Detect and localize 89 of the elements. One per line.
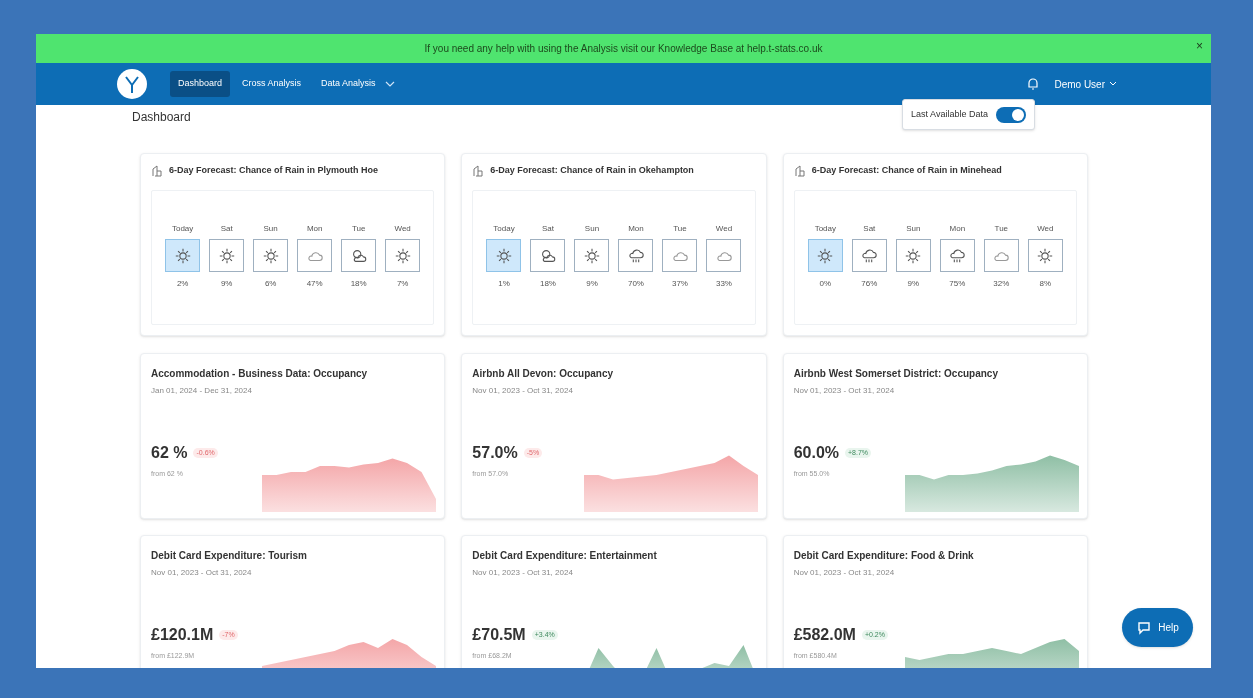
nav-tab[interactable]: Cross Analysis bbox=[234, 71, 310, 97]
rain-chance: 18% bbox=[350, 278, 367, 290]
day-label: Sat bbox=[220, 223, 233, 235]
day-tile[interactable] bbox=[895, 239, 931, 272]
day-tile[interactable] bbox=[574, 239, 610, 272]
day-label: Tue bbox=[351, 223, 366, 235]
day-label: Sun bbox=[906, 223, 921, 235]
day-tile[interactable] bbox=[209, 239, 245, 272]
day-tile[interactable] bbox=[706, 239, 742, 272]
day-label: Sun bbox=[584, 223, 600, 235]
rain-chance: 75% bbox=[949, 278, 966, 290]
metric-title: Debit Card Expenditure: Food & Drink bbox=[793, 549, 975, 563]
date-range: Nov 01, 2023 - Oct 31, 2024 bbox=[472, 385, 574, 397]
banner-text: If you need any help with using the Analysis visit our Knowledge Base at help.t-stats.co.uk bbox=[424, 42, 823, 56]
day-tile[interactable] bbox=[807, 239, 843, 272]
day-label: Wed bbox=[1037, 223, 1054, 235]
forecast-title: 6-Day Forecast: Chance of Rain in Plymouth Hoe bbox=[169, 164, 379, 178]
toggle-switch[interactable] bbox=[996, 106, 1026, 123]
day-label: Mon bbox=[628, 223, 644, 235]
rain-chance: 18% bbox=[539, 278, 556, 290]
day-tile[interactable] bbox=[530, 239, 566, 272]
caret-icon bbox=[1109, 81, 1117, 87]
day-label: Mon bbox=[306, 223, 323, 235]
day-tile[interactable] bbox=[165, 239, 201, 272]
metric-value: 62 % bbox=[151, 443, 188, 463]
day-label: Mon bbox=[949, 223, 966, 235]
rain-chance: 1% bbox=[498, 278, 510, 290]
metric-title: Airbnb All Devon: Occupancy bbox=[472, 367, 615, 381]
rain-chance: 6% bbox=[264, 278, 277, 290]
metric-value: 57.0% bbox=[472, 443, 518, 463]
help-button[interactable]: Help bbox=[1122, 608, 1193, 647]
day-label: Sun bbox=[263, 223, 278, 235]
day-label: Wed bbox=[715, 223, 733, 235]
toggle-label: Last Available Data bbox=[911, 107, 988, 121]
day-tile[interactable] bbox=[1027, 239, 1063, 272]
forecast-title: 6-Day Forecast: Chance of Rain in Okehampton bbox=[490, 164, 694, 178]
rain-chance: 7% bbox=[396, 278, 409, 290]
rain-chance: 2% bbox=[176, 278, 189, 290]
metric-value: 60.0% bbox=[793, 443, 840, 463]
date-range: Jan 01, 2024 - Dec 31, 2024 bbox=[151, 385, 253, 397]
day-tile[interactable] bbox=[851, 239, 887, 272]
rain-chance: 8% bbox=[1039, 278, 1052, 290]
day-label: Today bbox=[493, 223, 515, 235]
metric-title: Accommodation - Business Data: Occupancy bbox=[151, 367, 369, 381]
rain-chance: 37% bbox=[671, 278, 688, 290]
day-tile[interactable] bbox=[297, 239, 333, 272]
page-title: Dashboard bbox=[132, 109, 191, 126]
day-tile[interactable] bbox=[341, 239, 377, 272]
metric-title: Debit Card Expenditure: Entertainment bbox=[472, 549, 658, 563]
metric-value: £120.1M bbox=[151, 625, 214, 645]
rain-chance: 0% bbox=[819, 278, 832, 290]
day-label: Sat bbox=[863, 223, 876, 235]
date-range: Nov 01, 2023 - Oct 31, 2024 bbox=[793, 385, 896, 397]
day-tile[interactable] bbox=[662, 239, 698, 272]
day-tile[interactable] bbox=[939, 239, 975, 272]
close-button[interactable]: × bbox=[1196, 40, 1203, 52]
rain-chance: 9% bbox=[586, 278, 598, 290]
day-tile[interactable] bbox=[486, 239, 522, 272]
metric-title: Debit Card Expenditure: Tourism bbox=[151, 549, 308, 563]
date-range: Nov 01, 2023 - Oct 31, 2024 bbox=[793, 567, 896, 579]
day-tile[interactable] bbox=[253, 239, 289, 272]
logo-icon[interactable] bbox=[116, 68, 148, 100]
day-label: Today bbox=[814, 223, 836, 235]
date-range: Nov 01, 2023 - Oct 31, 2024 bbox=[472, 567, 574, 579]
metric-title: Airbnb West Somerset District: Occupancy bbox=[793, 367, 999, 381]
day-label: Tue bbox=[994, 223, 1009, 235]
rain-chance: 9% bbox=[907, 278, 920, 290]
metric-value: £70.5M bbox=[472, 625, 526, 645]
rain-chance: 9% bbox=[220, 278, 233, 290]
bell-icon[interactable] bbox=[1026, 77, 1041, 91]
user-menu[interactable]: Demo User bbox=[1050, 76, 1121, 92]
rain-chance: 76% bbox=[861, 278, 878, 290]
day-label: Wed bbox=[394, 223, 411, 235]
forecast-title: 6-Day Forecast: Chance of Rain in Minehead bbox=[811, 164, 1002, 178]
rain-chance: 70% bbox=[627, 278, 644, 290]
rain-chance: 47% bbox=[306, 278, 323, 290]
chat-icon bbox=[1136, 619, 1153, 636]
day-tile[interactable] bbox=[618, 239, 654, 272]
nav-tab[interactable]: Dashboard bbox=[170, 71, 231, 97]
day-tile[interactable] bbox=[385, 239, 421, 272]
rain-chance: 32% bbox=[993, 278, 1010, 290]
nav-tab[interactable]: Data Analysis bbox=[313, 71, 404, 97]
day-tile[interactable] bbox=[983, 239, 1019, 272]
date-range: Nov 01, 2023 - Oct 31, 2024 bbox=[151, 567, 253, 579]
rain-chance: 33% bbox=[715, 278, 732, 290]
day-label: Sat bbox=[541, 223, 554, 235]
day-label: Today bbox=[171, 223, 194, 235]
metric-value: £582.0M bbox=[793, 625, 856, 645]
day-label: Tue bbox=[673, 223, 687, 235]
